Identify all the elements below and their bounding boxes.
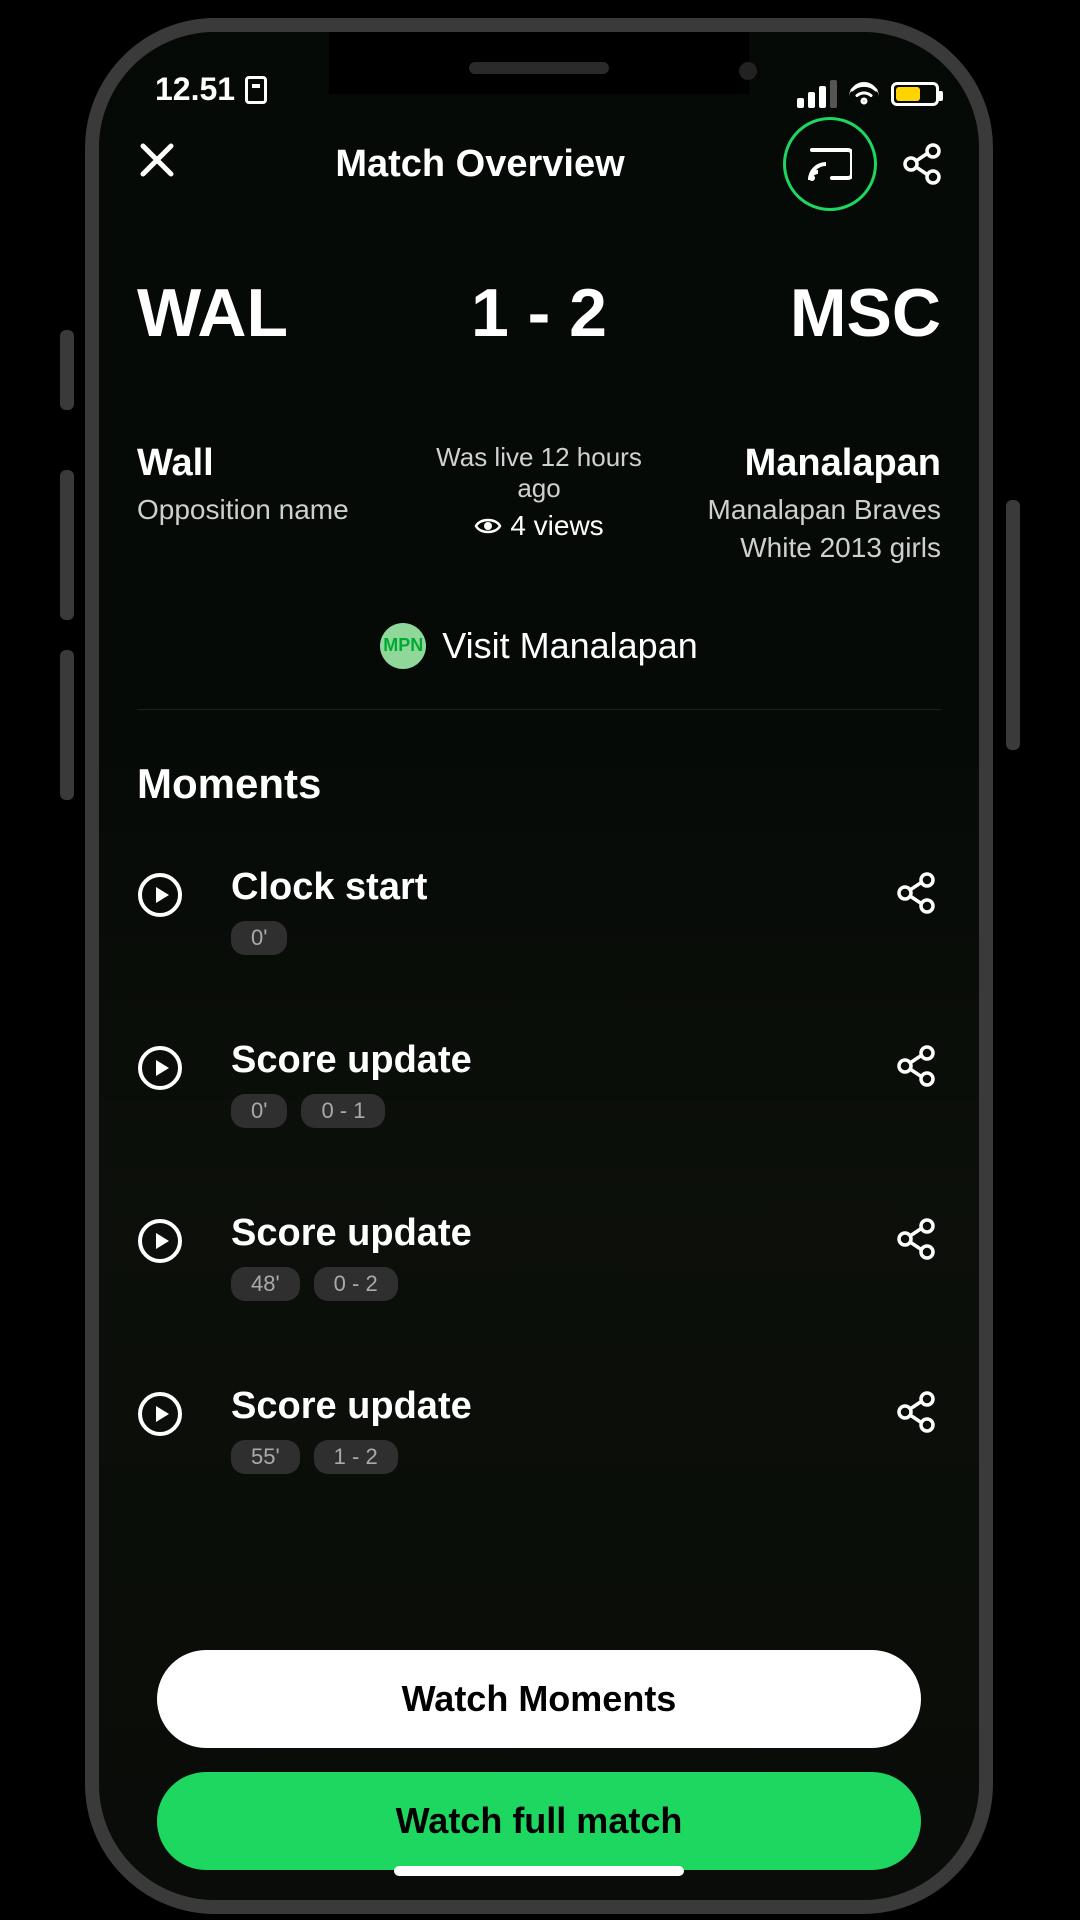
watch-full-match-button[interactable]: Watch full match xyxy=(157,1772,921,1870)
top-nav: Match Overview xyxy=(99,114,979,214)
moment-score-chip: 0 - 2 xyxy=(314,1267,398,1301)
app-screen: 12.51 Match Overview xyxy=(99,32,979,1900)
home-abbr: MSC xyxy=(790,274,941,352)
phone-side-button xyxy=(60,650,74,800)
moment-time-chip: 0' xyxy=(231,1094,287,1128)
teams-info-row: Wall Opposition name Was live 12 hours a… xyxy=(137,352,941,567)
play-moment-button[interactable] xyxy=(137,1045,183,1091)
away-team-name: Wall xyxy=(137,442,392,485)
match-score: 1 - 2 xyxy=(471,274,607,352)
wifi-icon xyxy=(849,82,879,106)
live-status: Was live 12 hours ago xyxy=(412,442,667,504)
moment-time-chip: 0' xyxy=(231,921,287,955)
moment-title: Score update xyxy=(231,1039,849,1082)
visit-team-label: Visit Manalapan xyxy=(442,625,698,667)
sim-icon xyxy=(245,76,267,104)
play-moment-button[interactable] xyxy=(137,872,183,918)
eye-icon xyxy=(474,516,502,536)
play-moment-button[interactable] xyxy=(137,1218,183,1264)
share-moment-button[interactable] xyxy=(897,1045,941,1092)
phone-camera xyxy=(739,62,757,80)
cast-icon xyxy=(808,146,852,182)
team-badge: MPN xyxy=(380,623,426,669)
watch-moments-button[interactable]: Watch Moments xyxy=(157,1650,921,1748)
share-moment-button[interactable] xyxy=(897,1218,941,1265)
home-team-name: Manalapan xyxy=(686,442,941,485)
moment-score-chip: 0 - 1 xyxy=(301,1094,385,1128)
phone-speaker xyxy=(469,62,609,74)
away-team-sub: Opposition name xyxy=(137,491,392,529)
moment-row: Clock start 0' xyxy=(137,838,941,1011)
moment-time-chip: 55' xyxy=(231,1440,300,1474)
close-button[interactable] xyxy=(137,140,177,189)
phone-frame: 12.51 Match Overview xyxy=(85,18,993,1914)
share-moment-button[interactable] xyxy=(897,1391,941,1438)
page-title: Match Overview xyxy=(335,143,624,186)
moment-title: Score update xyxy=(231,1212,849,1255)
moment-row: Score update 0' 0 - 1 xyxy=(137,1011,941,1184)
moment-score-chip: 1 - 2 xyxy=(314,1440,398,1474)
share-moment-button[interactable] xyxy=(897,872,941,919)
away-abbr: WAL xyxy=(137,274,288,352)
phone-side-button xyxy=(60,330,74,410)
home-team-sub: Manalapan Braves White 2013 girls xyxy=(686,491,941,567)
moment-time-chip: 48' xyxy=(231,1267,300,1301)
status-time: 12.51 xyxy=(155,71,235,108)
cast-button[interactable] xyxy=(783,117,877,211)
play-moment-button[interactable] xyxy=(137,1391,183,1437)
score-row: WAL 1 - 2 MSC xyxy=(137,214,941,352)
moment-row: Score update 55' 1 - 2 xyxy=(137,1357,941,1530)
share-icon xyxy=(903,143,941,185)
moment-title: Score update xyxy=(231,1385,849,1428)
moment-title: Clock start xyxy=(231,866,849,909)
battery-icon xyxy=(891,82,939,106)
visit-team-link[interactable]: MPN Visit Manalapan xyxy=(137,567,941,710)
share-button[interactable] xyxy=(903,143,941,185)
phone-side-button xyxy=(1006,500,1020,750)
home-indicator[interactable] xyxy=(394,1866,684,1876)
moment-row: Score update 48' 0 - 2 xyxy=(137,1184,941,1357)
cellular-icon xyxy=(797,80,837,108)
phone-side-button xyxy=(60,470,74,620)
view-count: 4 views xyxy=(510,510,603,542)
moments-heading: Moments xyxy=(137,710,941,838)
